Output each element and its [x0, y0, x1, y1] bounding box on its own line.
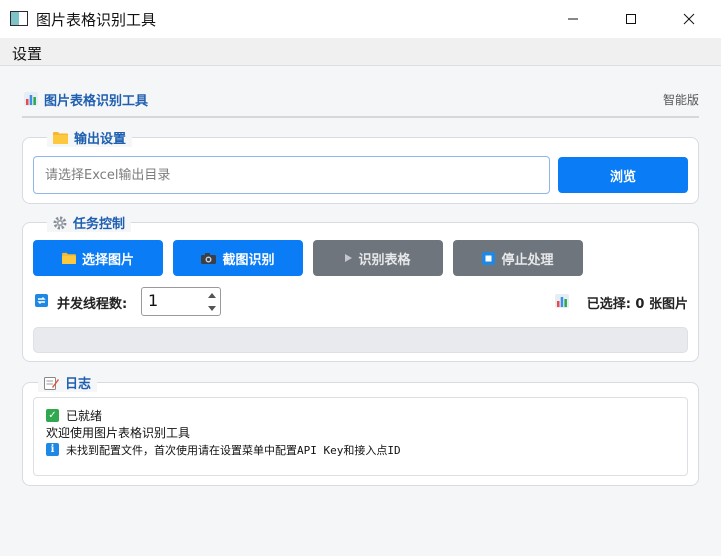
menu-bar: 设置	[0, 38, 721, 66]
spin-down-button[interactable]	[203, 302, 220, 315]
window-title: 图片表格识别工具	[36, 11, 157, 29]
check-icon: ✓	[46, 409, 59, 422]
minimize-button[interactable]	[544, 0, 602, 38]
log-text: 已就绪	[66, 409, 103, 423]
minimize-icon	[568, 18, 578, 20]
main-content: 图片表格识别工具 智能版 输出设置 浏览 任务控制 选择图片 截图	[0, 66, 721, 556]
app-icon	[10, 11, 28, 26]
maximize-button[interactable]	[602, 0, 660, 38]
stop-processing-label: 停止处理	[501, 252, 554, 268]
chevron-down-icon	[207, 306, 216, 311]
output-settings-group: 输出设置 浏览	[22, 128, 699, 204]
title-bar: 图片表格识别工具	[0, 0, 721, 38]
play-icon	[345, 254, 353, 262]
gear-icon	[53, 216, 67, 229]
select-images-label: 选择图片	[81, 252, 134, 268]
recognize-table-button[interactable]: 识别表格	[313, 240, 443, 276]
output-settings-legend: 输出设置	[47, 128, 133, 147]
folder-icon	[53, 132, 68, 144]
log-group: 日志 ✓ 已就绪 欢迎使用图片表格识别工具 i 未找到配置文件，首次使用请在设置…	[22, 373, 699, 486]
bar-chart-icon	[24, 92, 38, 106]
browse-button[interactable]: 浏览	[558, 157, 688, 193]
screenshot-recognize-label: 截图识别	[222, 252, 275, 268]
log-line: 欢迎使用图片表格识别工具	[46, 424, 675, 441]
version-badge: 智能版	[662, 93, 699, 107]
info-icon: i	[46, 443, 59, 456]
app-header: 图片表格识别工具 智能版	[22, 88, 699, 118]
screenshot-recognize-button[interactable]: 截图识别	[173, 240, 303, 276]
memo-icon	[44, 376, 59, 390]
log-output[interactable]: ✓ 已就绪 欢迎使用图片表格识别工具 i 未找到配置文件，首次使用请在设置菜单中…	[33, 397, 688, 476]
stop-icon	[482, 251, 496, 265]
selected-count: 已选择: 0 张图片	[586, 297, 688, 312]
log-title: 日志	[65, 377, 92, 392]
maximize-icon	[626, 14, 636, 24]
output-path-input[interactable]	[33, 156, 550, 194]
app-heading: 图片表格识别工具	[44, 94, 149, 109]
log-text: 欢迎使用图片表格识别工具	[46, 426, 191, 440]
browse-label: 浏览	[609, 169, 636, 185]
chevron-up-icon	[207, 293, 216, 298]
log-line: i 未找到配置文件，首次使用请在设置菜单中配置API Key和接入点ID	[46, 441, 675, 458]
close-icon	[683, 13, 695, 25]
task-control-legend: 任务控制	[47, 213, 132, 232]
output-settings-title: 输出设置	[74, 132, 127, 147]
folder-icon	[62, 252, 76, 264]
stop-processing-button[interactable]: 停止处理	[453, 240, 583, 276]
task-control-title: 任务控制	[73, 217, 126, 232]
threads-spinbox[interactable]: 1	[141, 287, 221, 316]
log-line: ✓ 已就绪	[46, 407, 675, 424]
select-images-button[interactable]: 选择图片	[33, 240, 163, 276]
recognize-table-label: 识别表格	[358, 252, 411, 268]
spin-up-button[interactable]	[203, 289, 220, 302]
task-control-group: 任务控制 选择图片 截图识别 识别表格 停止处理 并发线程数: 1 已选择: 0…	[22, 213, 699, 362]
menu-settings[interactable]: 设置	[12, 43, 42, 64]
threads-label: 并发线程数:	[57, 297, 128, 312]
progress-bar	[33, 327, 688, 353]
bar-chart-icon	[555, 294, 569, 308]
threads-value[interactable]: 1	[148, 291, 158, 310]
log-text: 未找到配置文件，首次使用请在设置菜单中配置API Key和接入点ID	[66, 443, 401, 457]
close-button[interactable]	[660, 0, 718, 38]
refresh-icon	[35, 294, 48, 307]
log-legend: 日志	[38, 373, 98, 392]
camera-icon	[201, 252, 217, 264]
